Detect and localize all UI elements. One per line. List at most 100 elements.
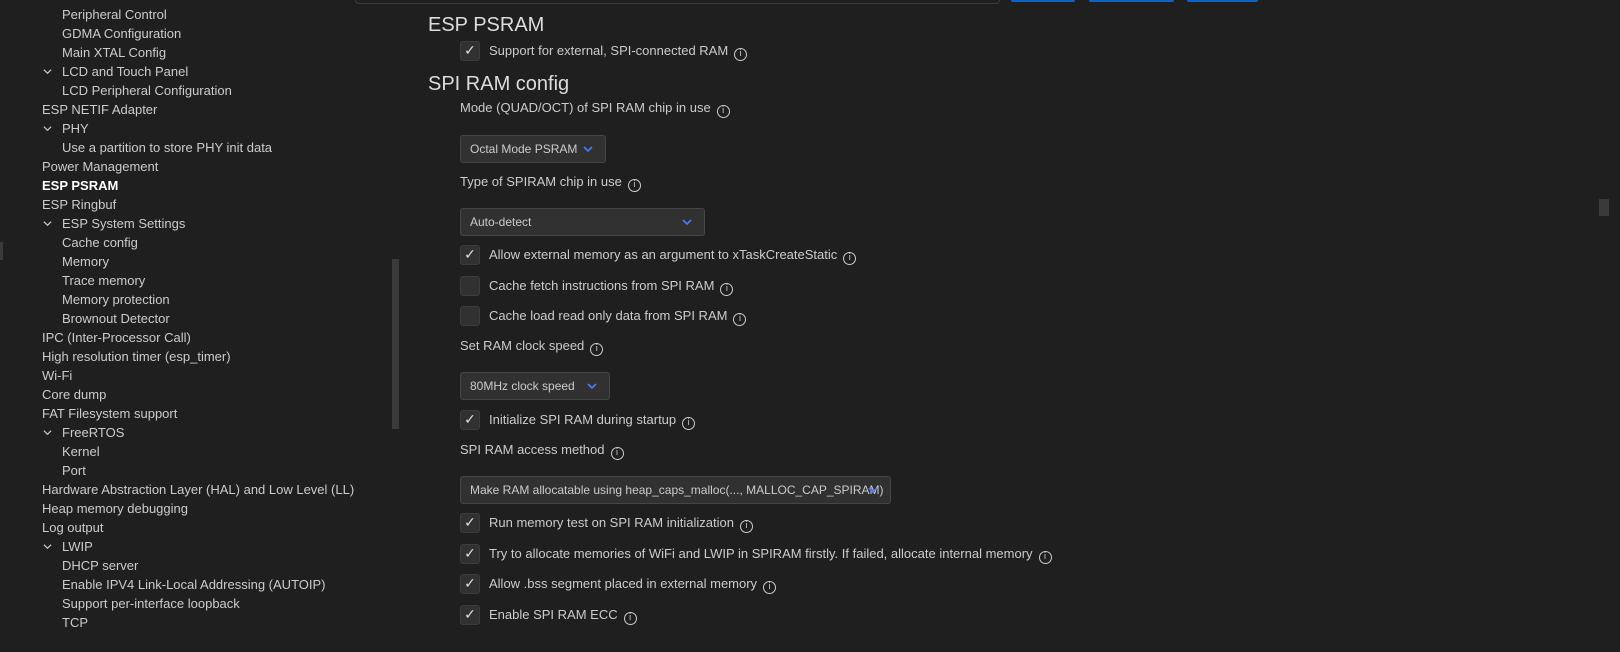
tree-item-label: Core dump — [42, 387, 107, 402]
chevron-down-icon[interactable] — [43, 542, 52, 551]
option-label: SPI RAM access method — [460, 442, 605, 457]
info-icon[interactable]: i — [716, 105, 730, 118]
spiram-chip-type-label: Type of SPIRAM chip in use i — [460, 173, 641, 192]
cache-fetch-instructions-checkbox[interactable] — [460, 276, 480, 296]
tree-item-dhcp-server[interactable]: DHCP server — [0, 556, 138, 575]
tree-item-label: Brownout Detector — [62, 311, 170, 326]
spi-ram-mode-select[interactable]: Octal Mode PSRAM — [460, 135, 606, 163]
init-spi-ram-checkbox[interactable]: ✓ — [460, 410, 480, 430]
tree-item-memory[interactable]: Memory — [0, 252, 109, 271]
tree-item-cache-config[interactable]: Cache config — [0, 233, 138, 252]
tree-item-fat-filesystem[interactable]: FAT Filesystem support — [0, 404, 177, 423]
tree-item-label: Log output — [42, 520, 104, 535]
tree-item-tcp[interactable]: TCP — [0, 613, 88, 632]
info-icon[interactable]: i — [682, 417, 696, 430]
tree-item-trace-memory[interactable]: Trace memory — [0, 271, 145, 290]
tree-item-lwip[interactable]: LWIP — [0, 537, 93, 556]
tree-item-core-dump[interactable]: Core dump — [0, 385, 106, 404]
tree-item-label: Support per-interface loopback — [62, 596, 240, 611]
info-icon[interactable]: i — [627, 179, 641, 192]
section-title-spi-ram-config: SPI RAM config — [428, 73, 570, 95]
option-label: Mode (QUAD/OCT) of SPI RAM chip in use — [460, 100, 711, 115]
tree-item-label: Memory — [62, 254, 109, 269]
tree-item-lcd-and-touch-panel[interactable]: LCD and Touch Panel — [0, 62, 188, 81]
chevron-down-icon[interactable] — [43, 219, 52, 228]
info-icon[interactable]: i — [733, 313, 747, 326]
xtaskcreatestatic-checkbox[interactable]: ✓ — [460, 245, 480, 265]
cache-load-rodata-checkbox[interactable] — [460, 306, 480, 326]
tree-item-autoip[interactable]: Enable IPV4 Link-Local Addressing (AUTOI… — [0, 575, 326, 594]
option-label: Initialize SPI RAM during startup — [489, 412, 677, 427]
psram-support-checkbox[interactable]: ✓ — [460, 41, 480, 61]
memory-test-checkbox[interactable]: ✓ — [460, 513, 480, 533]
tree-item-kernel[interactable]: Kernel — [0, 442, 100, 461]
check-icon: ✓ — [464, 576, 476, 592]
info-icon[interactable]: i — [1038, 551, 1052, 564]
select-value: 80MHz clock speed — [470, 379, 575, 393]
check-icon: ✓ — [464, 546, 476, 562]
tree-item-esp-psram[interactable]: ESP PSRAM — [0, 176, 118, 195]
tree-item-phy-init-partition[interactable]: Use a partition to store PHY init data — [0, 138, 272, 157]
tree-item-label: Memory protection — [62, 292, 170, 307]
tree-item-port[interactable]: Port — [0, 461, 86, 480]
ram-clock-speed-label: Set RAM clock speed i — [460, 337, 604, 356]
tree-item-label: Hardware Abstraction Layer (HAL) and Low… — [42, 482, 355, 497]
chevron-down-icon[interactable] — [43, 67, 52, 76]
info-icon[interactable]: i — [623, 612, 637, 625]
tree-item-esp-netif-adapter[interactable]: ESP NETIF Adapter — [0, 100, 157, 119]
settings-panel: ESP PSRAM ✓ Support for external, SPI-co… — [428, 0, 1578, 652]
tree-item-esp-ringbuf[interactable]: ESP Ringbuf — [0, 195, 116, 214]
tree-item-label: DHCP server — [62, 558, 139, 573]
tree-item-hal-ll[interactable]: Hardware Abstraction Layer (HAL) and Low… — [0, 480, 354, 499]
chevron-down-icon[interactable] — [43, 428, 52, 437]
tree-item-wifi[interactable]: Wi-Fi — [0, 366, 72, 385]
tree-item-esp-system-settings[interactable]: ESP System Settings — [0, 214, 185, 233]
tree-item-peripheral-control[interactable]: Peripheral Control — [0, 5, 167, 24]
option-label: Run memory test on SPI RAM initializatio… — [489, 515, 734, 530]
bss-external-memory-checkbox[interactable]: ✓ — [460, 574, 480, 594]
tree-item-lcd-peripheral-configuration[interactable]: LCD Peripheral Configuration — [0, 81, 232, 100]
tree-scrollbar[interactable] — [392, 259, 399, 429]
tree-item-log-output[interactable]: Log output — [0, 518, 103, 537]
option-label: Support for external, SPI-connected RAM — [489, 43, 729, 58]
wifi-lwip-spiram-checkbox[interactable]: ✓ — [460, 544, 480, 564]
info-icon[interactable]: i — [720, 283, 734, 296]
spiram-chip-type-select[interactable]: Auto-detect — [460, 208, 705, 236]
tree-item-power-management[interactable]: Power Management — [0, 157, 158, 176]
info-icon[interactable]: i — [590, 343, 604, 356]
tree-item-label: GDMA Configuration — [62, 26, 182, 41]
tree-item-per-interface-loopback[interactable]: Support per-interface loopback — [0, 594, 240, 613]
tree-item-label: Kernel — [62, 444, 100, 459]
tree-item-label: ESP PSRAM — [42, 178, 119, 193]
tree-item-esp-timer[interactable]: High resolution timer (esp_timer) — [0, 347, 231, 366]
info-icon[interactable]: i — [763, 581, 777, 594]
panel-scrollbar[interactable] — [1599, 199, 1609, 216]
spi-ram-access-method-select[interactable]: Make RAM allocatable using heap_caps_mal… — [460, 476, 891, 504]
chevron-down-icon — [583, 146, 593, 153]
tree-item-label: ESP System Settings — [62, 216, 186, 231]
tree-item-label: LWIP — [62, 539, 93, 554]
tree-item-label: Peripheral Control — [62, 7, 167, 22]
spi-ram-ecc-checkbox[interactable]: ✓ — [460, 605, 480, 625]
tree-item-label: TCP — [62, 615, 88, 630]
tree-item-label: PHY — [62, 121, 89, 136]
info-icon[interactable]: i — [734, 48, 748, 61]
tree-item-label: Trace memory — [62, 273, 146, 288]
tree-item-label: FAT Filesystem support — [42, 406, 178, 421]
tree-item-ipc[interactable]: IPC (Inter-Processor Call) — [0, 328, 191, 347]
info-icon[interactable]: i — [843, 252, 857, 265]
tree-item-heap-memory-debugging[interactable]: Heap memory debugging — [0, 499, 188, 518]
tree-item-main-xtal-config[interactable]: Main XTAL Config — [0, 43, 166, 62]
tree-item-memory-protection[interactable]: Memory protection — [0, 290, 170, 309]
select-value: Octal Mode PSRAM — [470, 142, 578, 156]
tree-item-label: IPC (Inter-Processor Call) — [42, 330, 191, 345]
chevron-down-icon[interactable] — [43, 124, 52, 133]
tree-item-phy[interactable]: PHY — [0, 119, 89, 138]
tree-item-gdma-configuration[interactable]: GDMA Configuration — [0, 24, 181, 43]
info-icon[interactable]: i — [739, 520, 753, 533]
select-value: Auto-detect — [470, 215, 532, 229]
info-icon[interactable]: i — [610, 447, 624, 460]
tree-item-brownout-detector[interactable]: Brownout Detector — [0, 309, 170, 328]
tree-item-freertos[interactable]: FreeRTOS — [0, 423, 124, 442]
ram-clock-speed-select[interactable]: 80MHz clock speed — [460, 372, 610, 400]
